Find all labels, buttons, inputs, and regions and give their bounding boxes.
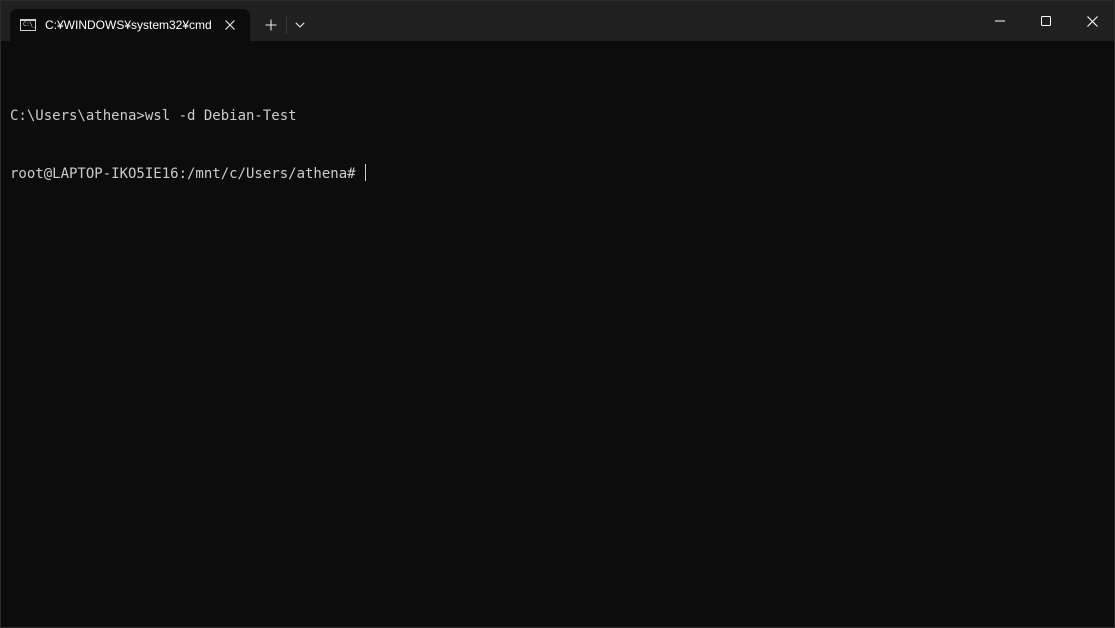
tab-separator — [286, 16, 287, 34]
close-window-button[interactable] — [1069, 1, 1115, 41]
chevron-down-icon — [295, 22, 305, 28]
tab-dropdown-button[interactable] — [289, 12, 311, 38]
close-icon — [225, 20, 235, 30]
text-cursor — [365, 164, 367, 181]
console-line-command: C:\Users\athena>wsl -d Debian-Test — [10, 108, 297, 124]
title-bar: C:\_ C:¥WINDOWS¥system32¥cmd — [1, 1, 1114, 41]
prompt-text: root@LAPTOP-IKO5IE16:/mnt/c/Users/athena… — [10, 166, 365, 182]
close-icon — [1086, 15, 1098, 27]
close-tab-button[interactable] — [220, 15, 240, 35]
terminal-window: C:\_ C:¥WINDOWS¥system32¥cmd C:\Users\at… — [0, 0, 1115, 628]
new-tab-button[interactable] — [259, 12, 283, 38]
tab-cmd[interactable]: C:\_ C:¥WINDOWS¥system32¥cmd — [10, 9, 250, 41]
minimize-icon — [995, 20, 1005, 22]
maximize-icon — [1041, 16, 1051, 26]
cmd-icon-text: C:\_ — [23, 21, 36, 28]
maximize-button[interactable] — [1023, 1, 1069, 41]
console-line-prompt: root@LAPTOP-IKO5IE16:/mnt/c/Users/athena… — [10, 164, 1114, 183]
console-output[interactable]: C:\Users\athena>wsl -d Debian-Test root@… — [10, 69, 1114, 627]
tab-title: C:¥WINDOWS¥system32¥cmd — [45, 18, 212, 32]
minimize-button[interactable] — [977, 1, 1023, 41]
cmd-icon: C:\_ — [20, 19, 36, 31]
plus-icon — [265, 19, 277, 31]
